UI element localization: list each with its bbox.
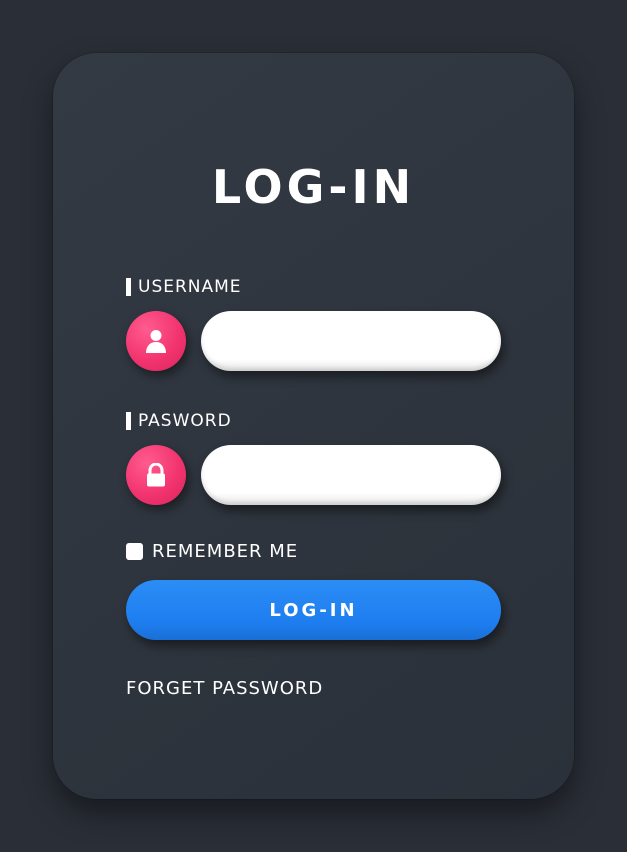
remember-checkbox[interactable] (126, 542, 143, 560)
login-card: LOG-IN USERNAME PASWORD REMEMBER ME LOG-… (53, 53, 574, 799)
label-marker (126, 412, 131, 430)
username-label: USERNAME (126, 277, 242, 297)
password-input[interactable] (201, 445, 501, 505)
forgot-password-link[interactable]: FORGET PASSWORD (126, 677, 323, 701)
password-label: PASWORD (126, 411, 232, 431)
label-marker (126, 278, 131, 296)
lock-icon (126, 445, 186, 505)
login-button[interactable]: LOG-IN (126, 580, 501, 640)
remember-label: REMEMBER ME (152, 540, 299, 562)
username-input[interactable] (201, 311, 501, 371)
user-icon (126, 311, 186, 371)
password-label-text: PASWORD (138, 411, 232, 431)
remember-me[interactable]: REMEMBER ME (126, 540, 298, 562)
page-title: LOG-IN (211, 160, 416, 214)
username-label-text: USERNAME (138, 277, 242, 297)
